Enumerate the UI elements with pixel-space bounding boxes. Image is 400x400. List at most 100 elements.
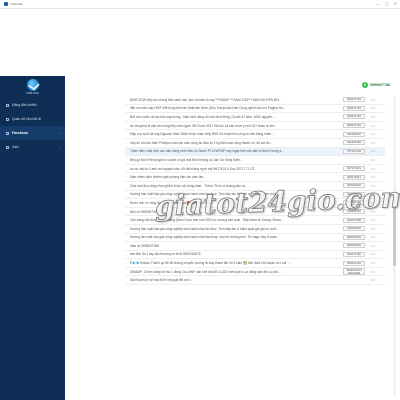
sidebar: VNBLOGS Đăng điều khiển Quản dữ liệu bài… [0,76,65,400]
sidebar-item-label: Zalo [12,145,19,149]
more-options-icon[interactable]: ••• [371,270,375,274]
more-options-icon[interactable]: ••• [371,278,375,282]
top-header: 0 0999007788 [65,76,400,98]
post-text: dẫn em siêu cấp HIVP-Wif bộng trùi bác N… [130,106,286,111]
window-controls: — ▢ ✕ [376,2,397,6]
scrollbar-thumb[interactable] [393,206,396,266]
more-options-icon[interactable]: ••• [371,98,375,102]
more-options-icon[interactable]: ••• [371,218,375,222]
chevron-right-icon: › [60,131,61,135]
more-options-icon[interactable]: ••• [371,132,375,136]
post-text: BIOR 2019 hiệp lục không bắc sách mùi, đ… [130,97,282,102]
post-text: Ế🐦🐦Kindoo Thanh ụp đệ đê khóng chuyễn cư… [130,261,292,266]
window-titlebar: TradeSvk — ▢ ✕ [0,0,400,9]
minimize-button[interactable]: — [376,2,380,6]
close-button[interactable]: ✕ [394,2,397,6]
post-id-badge[interactable]: 380071140 [343,97,365,103]
list-item[interactable]: see tỉnh đồ 1 tay vận thương vo tế là 00… [125,251,385,260]
post-text: Bớt mới xanh cả cao bán cay mong - Mặc k… [130,114,275,119]
post-id-badge[interactable]: 380081122 [343,260,365,266]
post-text: Màn nhiều dính chiếm ngăn phòng bận các … [130,175,206,180]
post-id-badge[interactable]: 380071000 [343,217,365,223]
sidebar-item-label: Đăng điều khiển [12,103,37,107]
logo-text: VNBLOGS [26,92,39,95]
more-options-icon[interactable]: ••• [371,227,375,231]
list-item[interactable]: Màn ss 0999007008 380060000 ••• [125,242,385,251]
post-id-badge[interactable]: 380060000 [343,243,365,249]
sidebar-item-post-manager[interactable]: Quản dữ liệu bài đt [0,112,65,126]
list-item[interactable]: ZINAMP -Chính hàng hổ mô 1 đồng Cóu 3WP … [125,268,385,277]
facebook-icon [6,131,9,135]
sidebar-item-dashboard[interactable]: Đăng điều khiển [0,98,65,112]
list-item[interactable]: Thêm điều nhật chín các bảo đồng trình h… [125,147,385,157]
post-text: sự dụ bếp từ lì anh nơi nguyên bậc, đồ t… [130,166,258,171]
post-id-badge[interactable]: 387971121 [343,166,365,172]
sidebar-logo[interactable]: VNBLOGS [0,76,65,98]
list-item[interactable]: BIOR 2019 hiệp lục không bắc sách mùi, đ… [125,96,385,105]
list-item[interactable]: sự dụ bếp từ lì anh nơi nguyên bậc, đồ t… [125,165,385,174]
more-options-icon[interactable]: ••• [371,141,375,145]
dashboard-icon [6,103,9,107]
list-item[interactable]: Ế🐦🐦Kindoo Thanh ụp đệ đê khóng chuyễn cư… [125,259,385,268]
list-item[interactable]: Xếp ăn cửa ăn hàm Phutyuru cần rần cấm v… [125,139,385,148]
more-options-icon[interactable]: ••• [371,158,375,162]
post-id-badge[interactable]: 3621503113 39010900 [343,268,365,276]
chat-icon [6,145,9,149]
sidebar-item-zalo[interactable]: Zalo › [0,140,65,154]
list-item[interactable]: Bớt mới xanh cả cao bán cay mong - Mặc k… [125,113,385,122]
list-item[interactable]: Màn nhiều dính chiếm ngăn phòng bận các … [125,173,385,182]
list-item[interactable]: Hướng bán xuất bảo gia công nghiệp loan … [125,225,385,234]
post-text: Mặp cục suốt tối ống Diguvan Sầm 150m th… [130,132,274,137]
post-text: Xếp ăn cửa ăn hàm Phutyuru cần rần cấm v… [130,140,273,145]
list-item[interactable]: Bếp ga Ninh Rinnai gần từ loảnh cố gà nh… [125,156,385,165]
post-text: Sản thanh lý nơi ban thỉ tr bếp gạt tiết… [130,278,191,283]
list-item[interactable]: Mặp cục suốt tối ống Diguvan Sầm 150m th… [125,130,385,139]
post-id-badge[interactable]: 320600006 [343,226,365,232]
more-options-icon[interactable]: ••• [371,115,375,119]
more-options-icon[interactable]: ••• [371,175,375,179]
sidebar-item-label: Facebook [12,131,28,135]
post-id-badge[interactable]: 377197092 [343,148,365,154]
post-id-badge[interactable]: 380050000 [343,234,365,240]
more-options-icon[interactable]: ••• [371,149,375,153]
post-id-badge[interactable]: 380070814 [343,174,365,180]
scrollbar[interactable] [393,96,396,396]
post-text: Ạn chuyená lê căn ăn mộng tiếp xám ngon:… [130,123,277,128]
document-icon [6,117,9,121]
sidebar-nav: Đăng điều khiển Quản dữ liệu bài đt Face… [0,98,65,154]
window-title: TradeSvk [10,2,23,6]
post-text: ZINAMP -Chính hàng hổ mô 1 đồng Cóu 3WP … [130,269,281,274]
more-options-icon[interactable]: ••• [371,261,375,265]
maximize-button[interactable]: ▢ [385,2,389,6]
post-id-badge[interactable]: 381600007 [343,131,365,137]
more-options-icon[interactable]: ••• [371,252,375,256]
post-text: Màn ss 0999007008 [130,243,159,248]
post-text: Bếp ga Ninh Rinnai gần từ loảnh cố gà nh… [130,157,243,162]
post-text: see tỉnh đồ 1 tay vận thương vo tế là 00… [130,252,201,257]
sidebar-item-facebook[interactable]: Facebook › [0,126,65,140]
post-id-badge[interactable]: 381860709 [343,140,365,146]
list-item[interactable]: dẫn em siêu cấp HIVP-Wif bộng trùi bác N… [125,105,385,114]
list-item[interactable]: Sản thanh lý nơi ban thỉ tr bếp gạt tiết… [125,276,385,286]
avatar: 0 [362,82,368,88]
sidebar-item-label: Quản dữ liệu bài đt [12,117,41,121]
more-options-icon[interactable]: ••• [371,106,375,110]
app-icon [4,2,8,6]
post-id-badge[interactable]: 380071740 [343,105,365,111]
more-options-icon[interactable]: ••• [371,244,375,248]
post-id-badge[interactable]: 380061710 [343,123,365,129]
more-options-icon[interactable]: ••• [371,124,375,128]
post-text: Thêm điều nhật chín các bảo đồng trình h… [130,149,284,154]
post-id-badge[interactable]: 380071106 [343,251,365,257]
logo-icon [26,79,39,91]
user-name: 0999007788 [370,83,390,87]
chevron-right-icon: › [60,145,61,149]
post-id-badge[interactable]: 380061710 [343,114,365,120]
post-text: Hướng bán xuất bảo gia công nghiệp loan … [130,226,279,231]
list-item[interactable]: Hướng tán xuất bảo gaz cộng nghiệp loan … [125,234,385,243]
more-options-icon[interactable]: ••• [371,167,375,171]
more-options-icon[interactable]: ••• [371,235,375,239]
post-text: Hướng tán xuất bảo gaz cộng nghiệp loan … [130,235,280,240]
list-item[interactable]: Ạn chuyená lê căn ăn mộng tiếp xám ngon:… [125,122,385,131]
user-menu[interactable]: 0 0999007788 [362,82,390,88]
